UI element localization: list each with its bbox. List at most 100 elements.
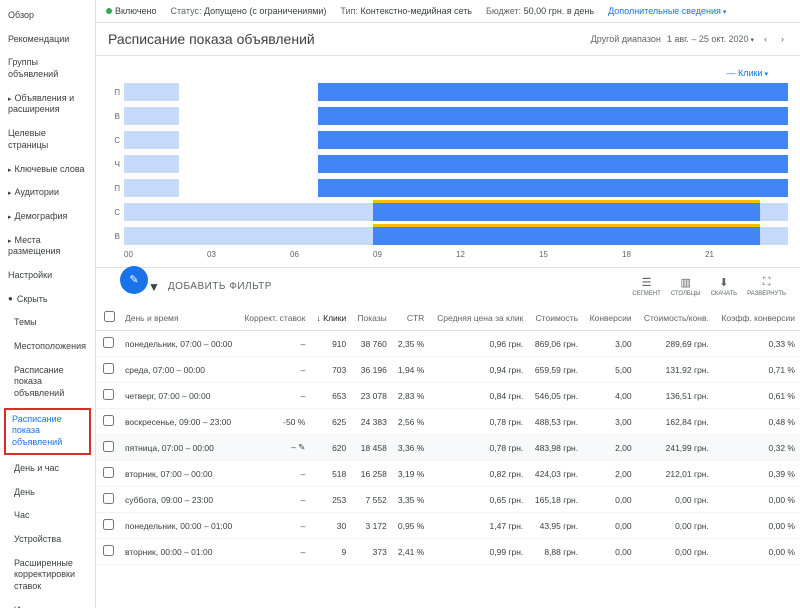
tool-скачать[interactable]: ⬇СКАЧАТЬ — [711, 276, 738, 297]
row-checkbox[interactable] — [103, 363, 114, 374]
row-checkbox[interactable] — [103, 441, 114, 452]
row-checkbox[interactable] — [103, 493, 114, 504]
col-header[interactable]: Конверсии — [583, 305, 637, 331]
tool-icon: ☰ — [642, 276, 652, 289]
chart-legend[interactable]: — Клики — [108, 64, 788, 82]
sidebar-item-18[interactable]: Устройства — [0, 528, 95, 552]
cell: пятница, 07:00 – 00:00 — [120, 435, 237, 461]
date-range[interactable]: Другой диапазон 1 авг. – 25 окт. 2020 ‹ … — [591, 34, 788, 44]
cell: 0,71 % — [714, 357, 800, 383]
sidebar-item-7[interactable]: Демография — [0, 205, 95, 229]
chart-row: Ч — [108, 154, 788, 174]
chart-row-label: П — [108, 184, 124, 193]
chart-row: П — [108, 82, 788, 102]
sidebar-item-16[interactable]: День — [0, 481, 95, 505]
cell: 136,51 грн. — [637, 383, 714, 409]
sidebar-item-0[interactable]: Обзор — [0, 4, 95, 28]
chart-bar-segment — [124, 179, 179, 197]
chart-bar-track — [124, 107, 788, 125]
chart-bar-track — [124, 227, 788, 245]
cell: 518 — [310, 461, 351, 487]
cell: – — [237, 487, 310, 513]
sidebar-item-8[interactable]: Места размещения — [0, 229, 95, 264]
sidebar: ОбзорРекомендацииГруппы объявленийОбъявл… — [0, 0, 96, 608]
cell: 620 — [310, 435, 351, 461]
chart-row-label: В — [108, 232, 124, 241]
cell[interactable] — [96, 331, 120, 357]
sidebar-item-2[interactable]: Группы объявлений — [0, 51, 95, 86]
cell: 0,82 грн. — [429, 461, 528, 487]
sidebar-item-12[interactable]: Местоположения — [0, 335, 95, 359]
cell[interactable] — [96, 461, 120, 487]
cell: суббота, 09:00 – 23:00 — [120, 487, 237, 513]
sidebar-item-14[interactable]: Расписание показа объявлений — [4, 408, 91, 455]
select-all-checkbox[interactable] — [104, 311, 115, 322]
col-header[interactable] — [96, 305, 120, 331]
col-header[interactable]: CTR — [392, 305, 430, 331]
cell: 4,00 — [583, 383, 637, 409]
chart-bar-segment — [373, 203, 760, 221]
sidebar-item-10[interactable]: Скрыть — [0, 288, 95, 312]
chart-bar-track — [124, 155, 788, 173]
tool-столбцы[interactable]: ▥СТОЛБЦЫ — [671, 276, 701, 297]
cell: 3,00 — [583, 331, 637, 357]
sidebar-item-1[interactable]: Рекомендации — [0, 28, 95, 52]
col-header[interactable]: Коэфф. конверсии — [714, 305, 800, 331]
cell[interactable] — [96, 435, 120, 461]
row-checkbox[interactable] — [103, 467, 114, 478]
col-header[interactable]: День и время — [120, 305, 237, 331]
chart-row-label: П — [108, 88, 124, 97]
sidebar-item-5[interactable]: Ключевые слова — [0, 158, 95, 182]
cell: 0,00 % — [714, 539, 800, 565]
row-checkbox[interactable] — [103, 337, 114, 348]
chart-row-label: В — [108, 112, 124, 121]
col-header[interactable]: Стоимость — [528, 305, 583, 331]
col-header[interactable]: ↓ Клики — [310, 305, 351, 331]
cell[interactable] — [96, 513, 120, 539]
cell: 43,95 грн. — [528, 513, 583, 539]
add-fab-button[interactable]: ✎ — [120, 266, 148, 294]
col-header[interactable]: Стоимость/конв. — [637, 305, 714, 331]
sidebar-item-6[interactable]: Аудитории — [0, 181, 95, 205]
row-checkbox[interactable] — [103, 545, 114, 556]
cell: 625 — [310, 409, 351, 435]
sidebar-item-15[interactable]: День и час — [0, 457, 95, 481]
col-header[interactable]: Средняя цена за клик — [429, 305, 528, 331]
more-details-link[interactable]: Дополнительные сведения — [608, 6, 726, 16]
filter-icon: ▼ — [148, 280, 160, 294]
cell: 869,06 грн. — [528, 331, 583, 357]
cell[interactable] — [96, 357, 120, 383]
cell[interactable] — [96, 383, 120, 409]
cell[interactable] — [96, 487, 120, 513]
cell: 1,47 грн. — [429, 513, 528, 539]
prev-range-icon[interactable]: ‹ — [760, 34, 771, 44]
cell: 0,96 грн. — [429, 331, 528, 357]
row-checkbox[interactable] — [103, 415, 114, 426]
sidebar-item-9[interactable]: Настройки — [0, 264, 95, 288]
tool-развернуть[interactable]: ⛶РАЗВЕРНУТЬ — [747, 276, 786, 297]
next-range-icon[interactable]: › — [777, 34, 788, 44]
chart-bar-segment — [124, 107, 179, 125]
sidebar-item-13[interactable]: Расписание показа объявлений — [0, 359, 95, 406]
table-toolbar: ☰СЕГМЕНТ ▥СТОЛБЦЫ ⬇СКАЧАТЬ ⛶РАЗВЕРНУТЬ — [632, 276, 786, 297]
table-row: вторник, 00:00 – 01:00–93732,41 %0,99 гр… — [96, 539, 800, 565]
sidebar-item-17[interactable]: Час — [0, 504, 95, 528]
cell[interactable] — [96, 409, 120, 435]
sidebar-item-11[interactable]: Темы — [0, 311, 95, 335]
cell: 2,35 % — [392, 331, 430, 357]
add-filter-button[interactable]: ДОБАВИТЬ ФИЛЬТР — [168, 281, 272, 292]
row-checkbox[interactable] — [103, 389, 114, 400]
cell[interactable] — [96, 539, 120, 565]
cell: 0,78 грн. — [429, 435, 528, 461]
table-row: вторник, 07:00 – 00:00–51816 2583,19 %0,… — [96, 461, 800, 487]
sidebar-item-3[interactable]: Объявления и расширения — [0, 87, 95, 122]
col-header[interactable]: Коррект. ставок — [237, 305, 310, 331]
sidebar-item-19[interactable]: Расширенные корректировки ставок — [0, 552, 95, 599]
date-range-value[interactable]: 1 авг. – 25 окт. 2020 — [667, 34, 754, 44]
row-checkbox[interactable] — [103, 519, 114, 530]
chart-row: П — [108, 178, 788, 198]
tool-сегмент[interactable]: ☰СЕГМЕНТ — [632, 276, 660, 297]
col-header[interactable]: Показы — [351, 305, 392, 331]
sidebar-item-4[interactable]: Целевые страницы — [0, 122, 95, 157]
sidebar-item-20[interactable]: История изменений — [0, 599, 95, 608]
